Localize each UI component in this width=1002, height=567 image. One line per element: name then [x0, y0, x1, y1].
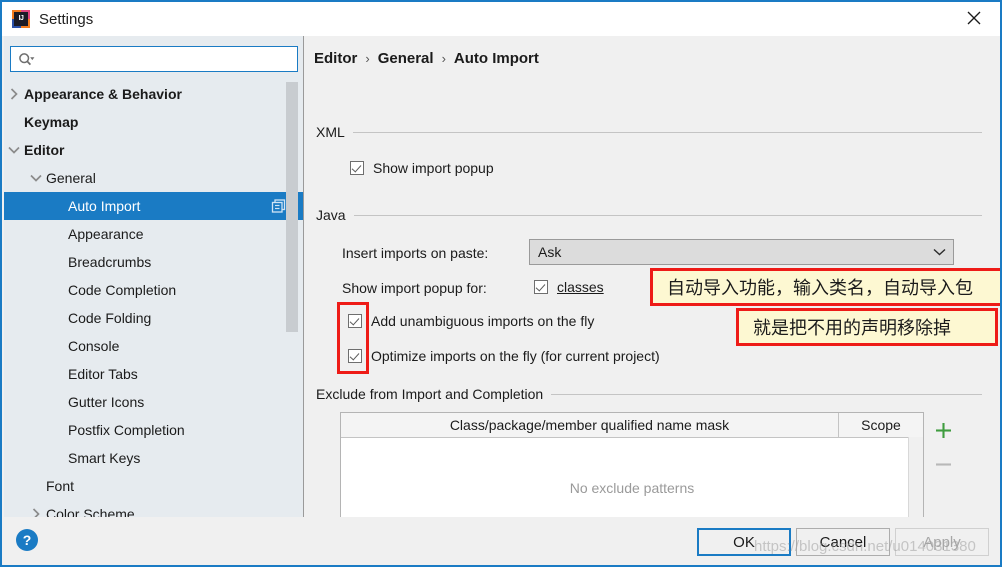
watermark: https://blog.csdn.net/u014031380 — [754, 538, 976, 555]
add-unambiguous-imports-checkbox-row[interactable]: Add unambiguous imports on the fly — [348, 313, 594, 329]
sidebar-item-breadcrumbs[interactable]: Breadcrumbs — [4, 248, 304, 276]
breadcrumb-separator: › — [441, 51, 446, 66]
sidebar-item-label: General — [46, 170, 96, 186]
remove-pattern-button[interactable] — [929, 450, 957, 478]
sidebar-item-editor[interactable]: Editor — [4, 136, 304, 164]
copy-settings-icon[interactable] — [271, 199, 286, 214]
chevron-down-icon[interactable] — [4, 146, 24, 154]
sidebar-item-general[interactable]: General — [4, 164, 304, 192]
column-header-scope[interactable]: Scope — [839, 413, 923, 437]
sidebar-scrollbar-thumb[interactable] — [286, 82, 298, 332]
exclude-group-title: Exclude from Import and Completion — [316, 386, 544, 402]
sidebar-item-code-folding[interactable]: Code Folding — [4, 304, 304, 332]
chevron-right-icon[interactable] — [4, 88, 24, 100]
search-box[interactable] — [10, 46, 298, 72]
classes-checkbox[interactable] — [534, 280, 548, 294]
annotation-callout-optimize: 就是把不用的声明移除掉 — [736, 308, 998, 346]
sidebar-item-smart-keys[interactable]: Smart Keys — [4, 444, 304, 472]
chevron-right-icon[interactable] — [26, 508, 46, 517]
help-icon[interactable]: ? — [16, 529, 38, 551]
add-pattern-button[interactable] — [929, 416, 957, 444]
sidebar-item-appearance[interactable]: Appearance — [4, 220, 304, 248]
sidebar-item-font[interactable]: Font — [4, 472, 304, 500]
window-title: Settings — [39, 10, 94, 28]
highlight-box-checkboxes — [337, 302, 369, 374]
sidebar-item-label: Editor — [24, 142, 65, 158]
add-unambiguous-imports-label: Add unambiguous imports on the fly — [371, 313, 595, 329]
classes-label: classes — [557, 279, 604, 295]
table-header-row: Class/package/member qualified name mask… — [341, 413, 923, 438]
show-import-popup-label: Show import popup — [373, 160, 494, 176]
xml-group-title: XML — [316, 124, 345, 140]
settings-dialog: IJ Settings Appearance & Behavior Keymap E… — [0, 0, 1002, 567]
xml-group-header: XML — [316, 124, 982, 140]
sidebar-item-auto-import[interactable]: Auto Import — [4, 192, 304, 220]
sidebar-item-keymap[interactable]: Keymap — [4, 108, 304, 136]
sidebar-item-label: Color Scheme — [46, 506, 135, 517]
annotation-text: 自动导入功能，输入类名，自动导入包 — [667, 278, 973, 299]
show-import-popup-checkbox[interactable] — [350, 161, 364, 175]
exclude-group-header: Exclude from Import and Completion — [316, 386, 982, 402]
column-header-mask[interactable]: Class/package/member qualified name mask — [341, 413, 839, 437]
sidebar-item-label: Postfix Completion — [68, 422, 185, 438]
sidebar-scrollbar[interactable] — [286, 82, 298, 517]
chevron-down-icon[interactable] — [26, 174, 46, 182]
exclude-patterns-table: Class/package/member qualified name mask… — [340, 412, 924, 517]
sidebar-item-color-scheme[interactable]: Color Scheme — [4, 500, 304, 517]
search-input[interactable] — [41, 47, 297, 71]
group-divider-line — [551, 393, 982, 395]
sidebar-item-label: Breadcrumbs — [68, 254, 152, 270]
sidebar-item-label: Code Folding — [68, 310, 152, 326]
classes-checkbox-row[interactable]: classes — [534, 279, 604, 295]
java-group-header: Java — [316, 207, 982, 223]
sidebar-item-postfix-completion[interactable]: Postfix Completion — [4, 416, 304, 444]
title-bar: IJ Settings — [2, 2, 1000, 36]
sidebar-item-label: Editor Tabs — [68, 366, 138, 382]
chevron-down-icon — [925, 248, 953, 256]
sidebar-item-label: Appearance & Behavior — [24, 86, 182, 102]
insert-imports-on-paste-select[interactable]: Ask — [529, 239, 954, 265]
sidebar-item-label: Auto Import — [68, 198, 141, 214]
sidebar-item-code-completion[interactable]: Code Completion — [4, 276, 304, 304]
optimize-imports-checkbox-row[interactable]: Optimize imports on the fly (for current… — [348, 348, 660, 364]
empty-state-text: No exclude patterns — [569, 480, 695, 496]
table-scrollbar[interactable] — [908, 437, 923, 517]
sidebar-item-label: Console — [68, 338, 120, 354]
insert-imports-on-paste-label: Insert imports on paste: — [342, 245, 489, 261]
settings-tree: Appearance & Behavior Keymap Editor General… — [4, 80, 304, 517]
group-divider-line — [353, 214, 982, 216]
sidebar-item-label: Smart Keys — [68, 450, 141, 466]
show-import-popup-for-label: Show import popup for: — [342, 280, 487, 296]
annotation-text: 就是把不用的声明移除掉 — [753, 318, 951, 339]
show-import-popup-checkbox-row[interactable]: Show import popup — [350, 160, 494, 176]
sidebar-item-label: Appearance — [68, 226, 144, 242]
breadcrumb-separator: › — [365, 51, 370, 66]
optimize-imports-label: Optimize imports on the fly (for current… — [371, 348, 660, 364]
sidebar-item-label: Code Completion — [68, 282, 177, 298]
insert-imports-on-paste-value: Ask — [538, 244, 562, 260]
breadcrumb-general[interactable]: General — [378, 50, 434, 67]
help-icon-label: ? — [22, 532, 32, 548]
java-group-title: Java — [316, 207, 346, 223]
sidebar-item-label: Font — [46, 478, 75, 494]
intellij-idea-icon: IJ — [12, 10, 30, 28]
ok-button-label: OK — [733, 533, 755, 551]
sidebar-item-gutter-icons[interactable]: Gutter Icons — [4, 388, 304, 416]
classes-label-text: classes — [557, 279, 604, 295]
sidebar-item-label: Gutter Icons — [68, 394, 145, 410]
group-divider-line — [352, 131, 982, 133]
annotation-callout-auto-import: 自动导入功能，输入类名，自动导入包 — [650, 268, 1000, 306]
table-body[interactable]: No exclude patterns — [341, 438, 923, 517]
breadcrumb-editor[interactable]: Editor — [314, 50, 357, 67]
search-icon — [11, 52, 41, 67]
sidebar-item-editor-tabs[interactable]: Editor Tabs — [4, 360, 304, 388]
sidebar-item-label: Keymap — [24, 114, 79, 130]
breadcrumb: Editor › General › Auto Import — [314, 50, 539, 67]
settings-sidebar: Appearance & Behavior Keymap Editor General… — [4, 36, 304, 517]
sidebar-item-appearance-behavior[interactable]: Appearance & Behavior — [4, 80, 304, 108]
close-icon[interactable] — [948, 2, 1000, 34]
breadcrumb-auto-import: Auto Import — [453, 50, 539, 67]
sidebar-item-console[interactable]: Console — [4, 332, 304, 360]
